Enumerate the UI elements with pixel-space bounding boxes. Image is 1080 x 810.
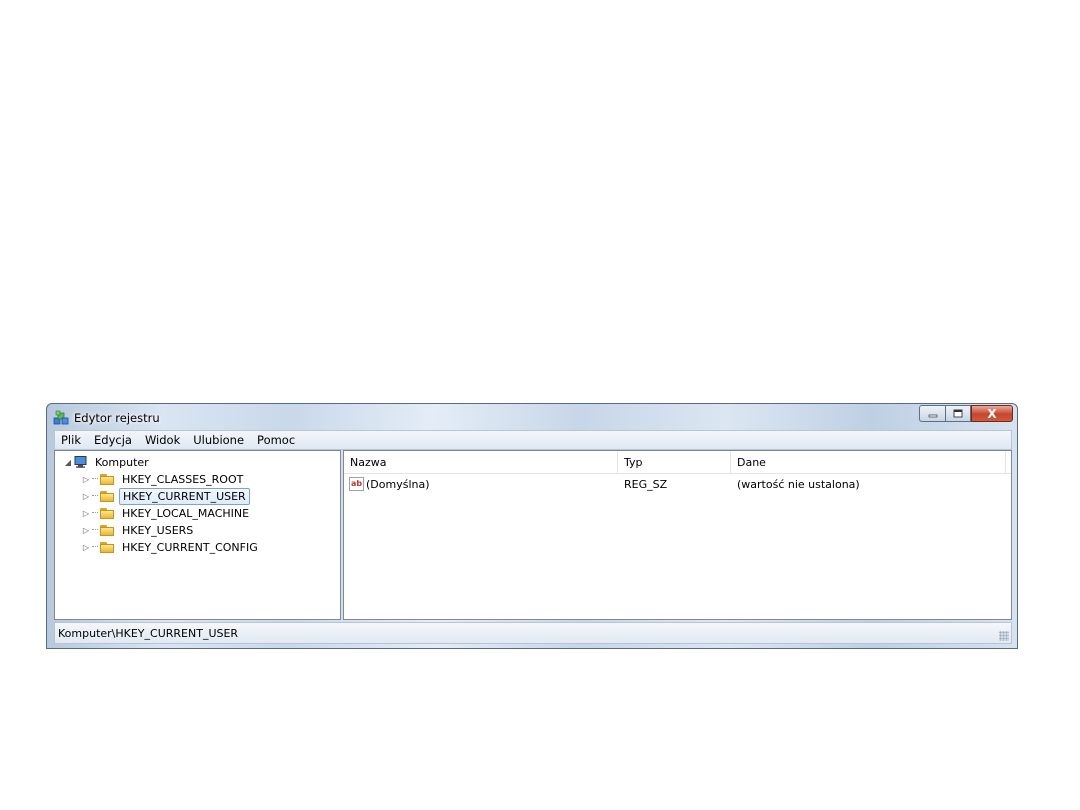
- regedit-icon: [53, 410, 69, 425]
- folder-icon: [100, 524, 114, 536]
- list-header: Nazwa Typ Dane: [344, 451, 1011, 474]
- tree-item-label[interactable]: HKEY_USERS: [119, 523, 196, 538]
- tree-item-label[interactable]: HKEY_LOCAL_MACHINE: [119, 506, 252, 521]
- values-list-pane[interactable]: Nazwa Typ Dane ab (Domyślna) REG_SZ (war…: [343, 450, 1012, 620]
- minimize-button[interactable]: [919, 405, 945, 422]
- tree-root-label[interactable]: Komputer: [92, 455, 152, 470]
- registry-editor-window: Edytor rejestru X Plik Edycja Widok Ulub…: [46, 403, 1018, 649]
- resize-grip-icon[interactable]: [999, 631, 1009, 641]
- close-icon: X: [987, 406, 997, 421]
- key-tree-pane[interactable]: ◢ Komputer ▷ HKEY_CLASSES_ROOT ▷ HKEY_CU…: [54, 450, 341, 620]
- collapse-arrow-icon[interactable]: ◢: [63, 458, 73, 467]
- tree-item-hkcr[interactable]: ▷ HKEY_CLASSES_ROOT: [81, 471, 246, 487]
- maximize-icon: [953, 409, 963, 418]
- tree-item-hku[interactable]: ▷ HKEY_USERS: [81, 522, 196, 538]
- tree-connector: [92, 478, 98, 480]
- value-name: (Domyślna): [366, 478, 430, 491]
- column-header-data[interactable]: Dane: [731, 451, 1006, 473]
- column-header-type[interactable]: Typ: [618, 451, 731, 473]
- column-header-name[interactable]: Nazwa: [344, 451, 618, 473]
- window-title: Edytor rejestru: [74, 411, 160, 425]
- menu-ulubione[interactable]: Ulubione: [193, 433, 244, 447]
- menu-bar: Plik Edycja Widok Ulubione Pomoc: [54, 430, 1012, 450]
- expand-arrow-icon[interactable]: ▷: [81, 543, 91, 552]
- close-button[interactable]: X: [971, 405, 1013, 422]
- expand-arrow-icon[interactable]: ▷: [81, 509, 91, 518]
- tree-connector: [92, 512, 98, 514]
- tree-item-hkcc[interactable]: ▷ HKEY_CURRENT_CONFIG: [81, 539, 261, 555]
- folder-icon: [100, 507, 114, 519]
- caption-buttons: X: [919, 405, 1013, 423]
- title-bar[interactable]: Edytor rejestru X: [47, 404, 1017, 430]
- value-data: (wartość nie ustalona): [737, 478, 860, 491]
- tree-root[interactable]: ◢ Komputer: [63, 454, 152, 470]
- menu-edycja[interactable]: Edycja: [94, 433, 132, 447]
- folder-icon: [100, 490, 114, 502]
- computer-icon: [74, 456, 87, 468]
- menu-pomoc[interactable]: Pomoc: [257, 433, 295, 447]
- menu-widok[interactable]: Widok: [145, 433, 180, 447]
- value-row[interactable]: ab (Domyślna) REG_SZ (wartość nie ustalo…: [344, 477, 1011, 493]
- tree-connector: [92, 495, 98, 497]
- minimize-icon: [928, 414, 937, 417]
- tree-item-hklm[interactable]: ▷ HKEY_LOCAL_MACHINE: [81, 505, 252, 521]
- folder-icon: [100, 473, 114, 485]
- tree-item-label[interactable]: HKEY_CLASSES_ROOT: [119, 472, 246, 487]
- status-path: Komputer\HKEY_CURRENT_USER: [58, 627, 239, 640]
- expand-arrow-icon[interactable]: ▷: [81, 526, 91, 535]
- tree-item-hkcu[interactable]: ▷ HKEY_CURRENT_USER: [81, 487, 250, 505]
- maximize-button[interactable]: [945, 405, 971, 422]
- tree-connector: [92, 546, 98, 548]
- value-type: REG_SZ: [624, 478, 668, 491]
- tree-item-label[interactable]: HKEY_CURRENT_CONFIG: [119, 540, 261, 555]
- expand-arrow-icon[interactable]: ▷: [81, 475, 91, 484]
- status-bar: Komputer\HKEY_CURRENT_USER: [54, 622, 1012, 644]
- expand-arrow-icon[interactable]: ▷: [81, 492, 91, 501]
- tree-item-label-selected[interactable]: HKEY_CURRENT_USER: [119, 487, 250, 505]
- tree-connector: [92, 529, 98, 531]
- string-value-icon: ab: [349, 477, 364, 491]
- folder-icon: [100, 541, 114, 553]
- menu-plik[interactable]: Plik: [61, 433, 81, 447]
